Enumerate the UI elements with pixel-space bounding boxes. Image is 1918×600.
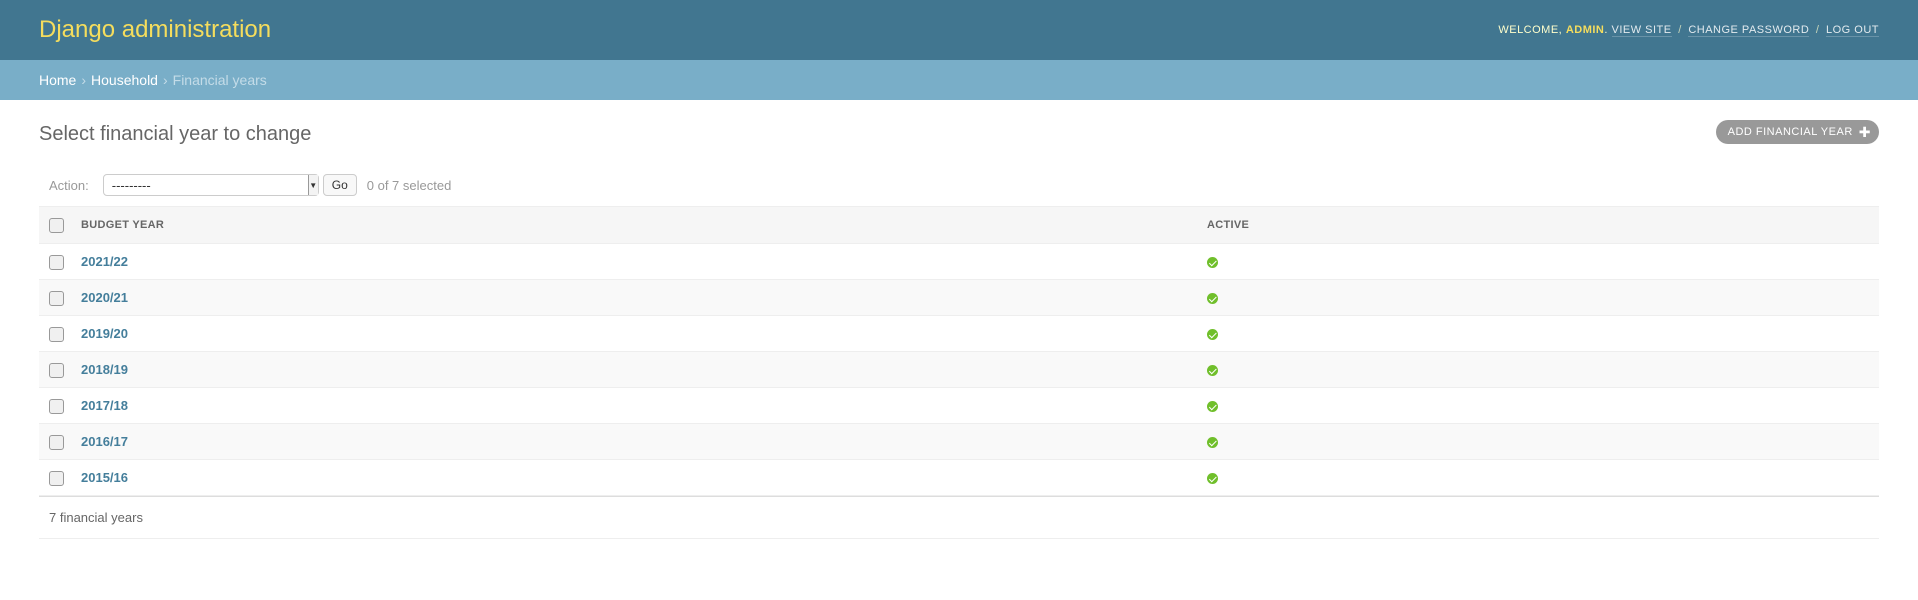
welcome-text: Welcome, <box>1498 24 1563 36</box>
breadcrumb: Home › Household › Financial years <box>0 60 1918 100</box>
row-select-cell <box>39 315 73 352</box>
active-cell <box>1199 243 1879 280</box>
row-select-cell <box>39 459 73 496</box>
budget-year-cell: 2020/21 <box>73 279 1199 316</box>
budget-year-cell: 2019/20 <box>73 315 1199 352</box>
active-cell <box>1199 315 1879 352</box>
active-cell <box>1199 459 1879 496</box>
row-checkbox[interactable] <box>49 434 64 450</box>
active-cell <box>1199 423 1879 460</box>
separator: / <box>1678 24 1682 36</box>
yes-check-icon <box>1207 293 1218 305</box>
add-label: Add financial year <box>1727 126 1853 138</box>
budget-year-link[interactable]: 2020/21 <box>81 290 128 305</box>
column-header-budget-year[interactable]: Budget year <box>73 206 1199 244</box>
row-select-cell <box>39 423 73 460</box>
result-list: Budget year Active 2021/22 2020/21 2019/20… <box>39 206 1879 496</box>
result-count: 7 financial years <box>49 510 143 525</box>
table-row: 2018/19 <box>39 351 1879 388</box>
row-checkbox[interactable] <box>49 254 64 270</box>
row-checkbox[interactable] <box>49 290 64 306</box>
yes-check-icon <box>1207 437 1218 449</box>
select-all-header <box>39 206 73 244</box>
yes-check-icon <box>1207 257 1218 269</box>
page-title: Select financial year to change <box>39 123 312 145</box>
active-cell <box>1199 279 1879 316</box>
go-button[interactable]: Go <box>322 174 357 196</box>
row-select-cell <box>39 387 73 424</box>
main-content: Select financial year to change Add fina… <box>0 100 1918 539</box>
action-select[interactable]: --------- ▼ <box>102 174 319 196</box>
table-row: 2016/17 <box>39 423 1879 460</box>
active-cell <box>1199 387 1879 424</box>
column-header-active[interactable]: Active <box>1199 206 1879 244</box>
table-row: 2021/22 <box>39 243 1879 280</box>
budget-year-cell: 2016/17 <box>73 423 1199 460</box>
paginator: 7 financial years <box>39 496 1879 539</box>
budget-year-link[interactable]: 2015/16 <box>81 470 128 485</box>
row-select-cell <box>39 351 73 388</box>
row-checkbox[interactable] <box>49 326 64 342</box>
row-checkbox[interactable] <box>49 470 64 486</box>
budget-year-link[interactable]: 2018/19 <box>81 362 128 377</box>
row-select-cell <box>39 279 73 316</box>
row-select-cell <box>39 243 73 280</box>
yes-check-icon <box>1207 473 1218 485</box>
selection-counter: 0 of 7 selected <box>366 177 452 193</box>
breadcrumb-separator: › <box>162 72 168 88</box>
select-all-checkbox[interactable] <box>49 217 64 233</box>
view-site-link[interactable]: View site <box>1611 24 1672 37</box>
breadcrumb-current: Financial years <box>172 72 267 88</box>
action-select-value: --------- <box>111 177 151 193</box>
add-financial-year-button[interactable]: Add financial year ✚ <box>1715 120 1879 144</box>
plus-icon: ✚ <box>1858 124 1871 140</box>
row-checkbox[interactable] <box>49 362 64 378</box>
budget-year-cell: 2015/16 <box>73 459 1199 496</box>
table-row: 2020/21 <box>39 279 1879 316</box>
budget-year-link[interactable]: 2016/17 <box>81 434 128 449</box>
budget-year-link[interactable]: 2019/20 <box>81 326 128 341</box>
breadcrumb-separator: › <box>81 72 87 88</box>
active-cell <box>1199 351 1879 388</box>
user-tools: Welcome, admin. View site / Change passw… <box>1498 24 1879 37</box>
username: admin <box>1565 24 1605 36</box>
row-checkbox[interactable] <box>49 398 64 414</box>
log-out-link[interactable]: Log out <box>1825 24 1879 37</box>
table-row: 2017/18 <box>39 387 1879 424</box>
budget-year-cell: 2021/22 <box>73 243 1199 280</box>
yes-check-icon <box>1207 365 1218 377</box>
yes-check-icon <box>1207 401 1218 413</box>
site-name-link[interactable]: Django administration <box>39 16 271 44</box>
change-password-link[interactable]: Change password <box>1688 24 1810 37</box>
breadcrumb-app[interactable]: Household <box>91 72 158 88</box>
budget-year-link[interactable]: 2021/22 <box>81 254 128 269</box>
breadcrumb-home[interactable]: Home <box>39 72 76 88</box>
site-header: Django administration Welcome, admin. Vi… <box>0 0 1918 60</box>
budget-year-cell: 2017/18 <box>73 387 1199 424</box>
chevron-down-icon: ▼ <box>307 175 318 195</box>
table-row: 2019/20 <box>39 315 1879 352</box>
budget-year-cell: 2018/19 <box>73 351 1199 388</box>
actions-bar: Action: --------- ▼ Go 0 of 7 selected <box>39 168 1879 202</box>
table-row: 2015/16 <box>39 459 1879 496</box>
yes-check-icon <box>1207 329 1218 341</box>
budget-year-link[interactable]: 2017/18 <box>81 398 128 413</box>
separator: / <box>1815 24 1820 36</box>
action-label: Action: <box>49 177 89 193</box>
